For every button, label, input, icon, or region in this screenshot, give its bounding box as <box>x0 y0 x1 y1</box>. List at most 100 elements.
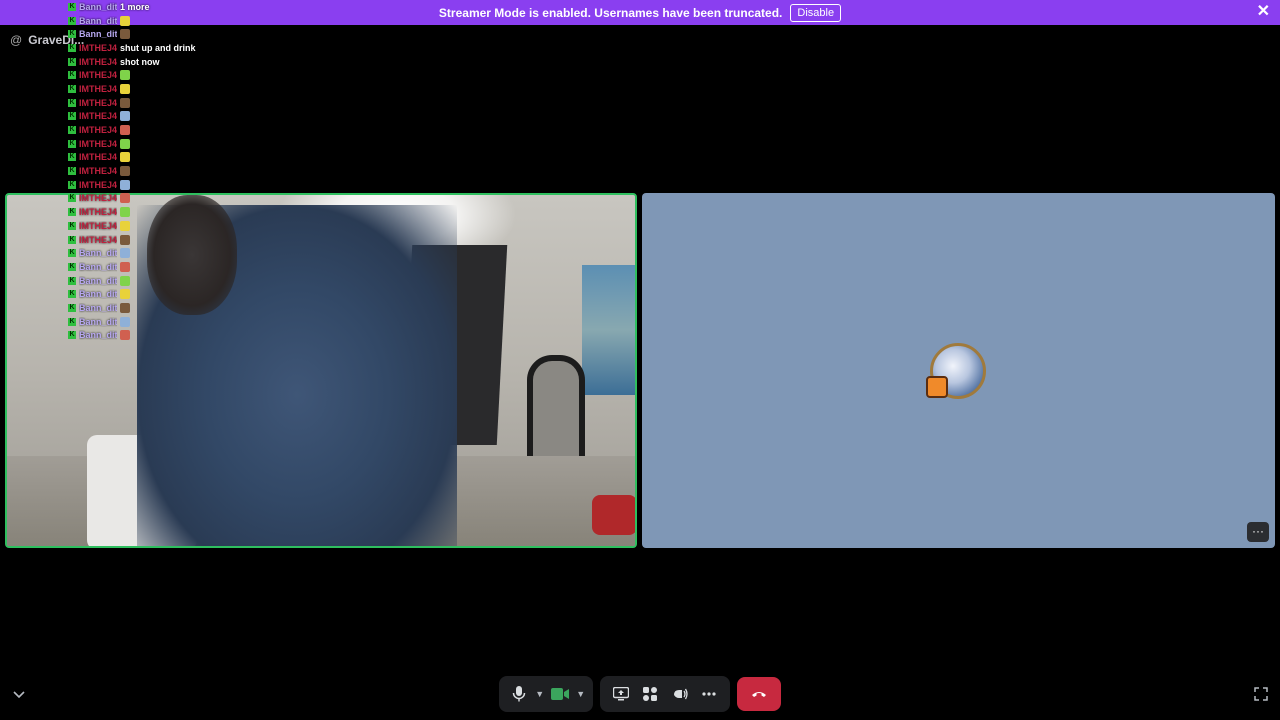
screen-share-icon[interactable] <box>607 680 635 708</box>
chat-message: K IMTHEJ4 <box>68 164 198 178</box>
chat-username: Bann_dit <box>79 275 117 286</box>
kick-badge-icon: K <box>68 2 76 11</box>
kick-badge-icon: K <box>68 194 76 203</box>
chat-username: IMTHEJ4 <box>79 152 117 163</box>
participant-tile[interactable]: ··· <box>642 193 1275 548</box>
chat-username: IMTHEJ4 <box>79 97 117 108</box>
chat-message: K IMTHEJ4 <box>68 68 198 82</box>
activities-icon[interactable] <box>636 680 664 708</box>
emote-icon <box>120 248 130 259</box>
kick-badge-icon: K <box>68 98 76 107</box>
camera-options-chevron-icon[interactable]: ▼ <box>575 680 587 708</box>
microphone-icon[interactable] <box>505 680 533 708</box>
emote-icon <box>120 125 130 136</box>
chat-username: IMTHEJ4 <box>79 125 117 136</box>
emote-icon <box>120 289 130 300</box>
chat-message: K IMTHEJ4 <box>68 82 198 96</box>
chat-username: IMTHEJ4 <box>79 234 117 245</box>
close-icon[interactable]: ✕ <box>1257 4 1270 20</box>
emote-icon <box>120 97 130 108</box>
more-icon[interactable] <box>695 680 723 708</box>
chat-message: K IMTHEJ4 <box>68 219 198 233</box>
chat-message: K IMTHEJ4 <box>68 123 198 137</box>
chat-username: Bann_dit <box>79 29 117 40</box>
emote-icon <box>120 111 130 122</box>
emote-icon <box>120 316 130 327</box>
chat-username: Bann_dit <box>79 289 117 300</box>
kick-badge-icon: K <box>68 208 76 217</box>
kick-badge-icon: K <box>68 30 76 39</box>
chat-message: K Bann_dit <box>68 315 198 329</box>
chat-username: Bann_dit <box>79 1 117 12</box>
kick-badge-icon: K <box>68 167 76 176</box>
kick-badge-icon: K <box>68 84 76 93</box>
media-controls: ▼ ▼ <box>499 676 593 712</box>
emote-icon <box>120 234 130 245</box>
chat-username: IMTHEJ4 <box>79 70 117 81</box>
chat-message: K IMTHEJ4 <box>68 151 198 165</box>
chat-username: IMTHEJ4 <box>79 42 117 53</box>
kick-badge-icon: K <box>68 262 76 271</box>
tile-more-button[interactable]: ··· <box>1247 522 1269 542</box>
emote-icon <box>120 275 130 286</box>
chat-username: Bann_dit <box>79 261 117 272</box>
fullscreen-icon[interactable] <box>1252 685 1270 703</box>
kick-badge-icon: K <box>68 290 76 299</box>
chat-text: shot now <box>120 56 160 67</box>
emote-icon <box>120 15 130 26</box>
chat-message: K IMTHEJ4 <box>68 110 198 124</box>
chat-message: K Bann_dit <box>68 27 198 41</box>
chat-message: K IMTHEJ4 shut up and drink <box>68 41 198 55</box>
chat-message: K Bann_dit <box>68 301 198 315</box>
kick-badge-icon: K <box>68 57 76 66</box>
chat-username: Bann_dit <box>79 302 117 313</box>
chat-message: K Bann_dit <box>68 14 198 28</box>
chat-text: 1 more <box>120 1 150 12</box>
mic-options-chevron-icon[interactable]: ▼ <box>534 680 546 708</box>
chat-message: K IMTHEJ4 <box>68 233 198 247</box>
kick-badge-icon: K <box>68 221 76 230</box>
chevron-down-icon[interactable] <box>10 685 28 703</box>
banner-message: Streamer Mode is enabled. Usernames have… <box>438 5 783 20</box>
chat-username: IMTHEJ4 <box>79 111 117 122</box>
chat-username: IMTHEJ4 <box>79 138 117 149</box>
chat-message: K Bann_dit <box>68 260 198 274</box>
kick-badge-icon: K <box>68 43 76 52</box>
chat-overlay: K Bann_dit 1 more K Bann_dit K Bann_dit K IMTHEJ… <box>68 0 198 342</box>
chat-message: K IMTHEJ4 shot now <box>68 55 198 69</box>
kick-badge-icon: K <box>68 180 76 189</box>
chat-username: IMTHEJ4 <box>79 179 117 190</box>
chat-username: IMTHEJ4 <box>79 220 117 231</box>
leave-call-button[interactable] <box>737 677 781 711</box>
chat-message: K Bann_dit <box>68 329 198 343</box>
red-object <box>592 495 635 535</box>
kick-badge-icon: K <box>68 303 76 312</box>
soundboard-icon[interactable] <box>666 680 694 708</box>
kick-badge-icon: K <box>68 249 76 258</box>
kick-badge-icon: K <box>68 276 76 285</box>
kick-badge-icon: K <box>68 235 76 244</box>
chat-username: IMTHEJ4 <box>79 207 117 218</box>
emote-icon <box>120 330 130 341</box>
emote-icon <box>120 261 130 272</box>
kick-badge-icon: K <box>68 317 76 326</box>
chat-message: K Bann_dit <box>68 246 198 260</box>
emote-icon <box>120 207 130 218</box>
chat-message: K IMTHEJ4 <box>68 205 198 219</box>
emote-icon <box>120 166 130 177</box>
disable-streamer-mode-button[interactable]: Disable <box>790 3 842 22</box>
avatar-decoration-icon <box>926 376 948 398</box>
emote-icon <box>120 220 130 231</box>
chat-message: K IMTHEJ4 <box>68 137 198 151</box>
chat-username: IMTHEJ4 <box>79 166 117 177</box>
chat-message: K Bann_dit <box>68 287 198 301</box>
camera-icon[interactable] <box>546 680 574 708</box>
emote-icon <box>120 29 130 40</box>
kick-badge-icon: K <box>68 153 76 162</box>
call-actions <box>600 676 730 712</box>
kick-badge-icon: K <box>68 71 76 80</box>
emote-icon <box>120 179 130 190</box>
chat-message: K Bann_dit 1 more <box>68 0 198 14</box>
chat-username: Bann_dit <box>79 330 117 341</box>
chat-text: shut up and drink <box>120 42 196 53</box>
